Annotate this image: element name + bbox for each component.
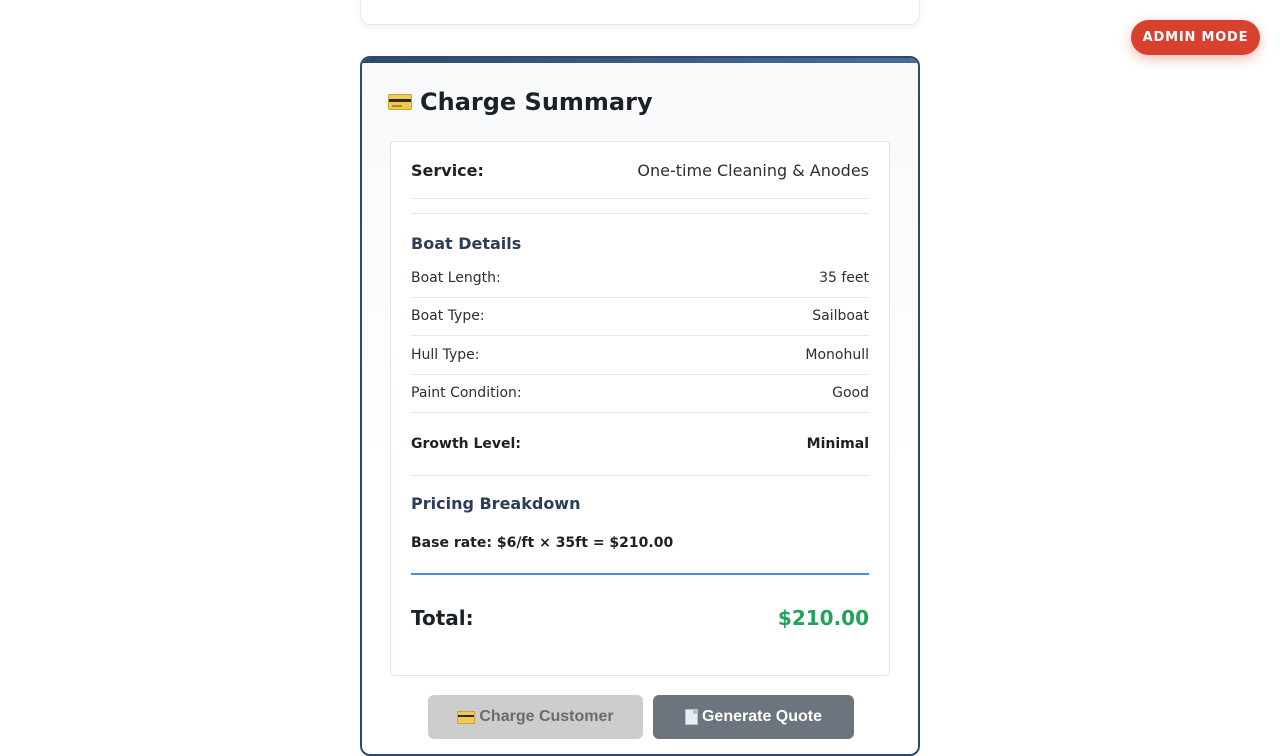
boat-type-value: Sailboat [812,308,869,325]
base-rate-line: Base rate: $6/ft × 35ft = $210.00 [411,535,869,575]
pricing-breakdown-heading: Pricing Breakdown [411,494,581,513]
generate-quote-button[interactable]: Generate Quote [653,695,854,739]
hull-type-label: Hull Type: [411,346,480,363]
paint-condition-row: Paint Condition: Good [411,375,869,413]
total-row: Total: $210.00 [411,575,869,661]
service-row: Service: One-time Cleaning & Anodes [411,142,869,199]
hull-type-row: Hull Type: Monohull [411,336,869,375]
credit-card-icon [457,710,476,724]
total-value: $210.00 [777,606,869,630]
card-title: Charge Summary [388,88,653,116]
hull-type-value: Monohull [805,346,869,363]
growth-level-label: Growth Level: [411,436,521,452]
charge-customer-button[interactable]: Charge Customer [428,695,643,739]
credit-card-icon [388,94,412,110]
paint-condition-value: Good [832,385,869,402]
total-label: Total: [411,606,474,630]
boat-type-row: Boat Type: Sailboat [411,298,869,336]
paint-condition-label: Paint Condition: [411,385,522,402]
boat-details-heading: Boat Details [411,234,522,253]
summary-details: Service: One-time Cleaning & Anodes Boat… [390,141,890,676]
service-label: Service: [411,160,484,180]
boat-length-value: 35 feet [819,269,869,286]
growth-level-row: Growth Level: Minimal [411,413,869,476]
charge-summary-card: Charge Summary Service: One-time Cleanin… [360,56,920,756]
admin-mode-button[interactable]: ADMIN MODE [1131,20,1260,55]
boat-length-row: Boat Length: 35 feet [411,259,869,298]
growth-level-value: Minimal [806,436,869,452]
charge-summary-title: Charge Summary [420,88,653,116]
boat-length-label: Boat Length: [411,269,501,286]
divider [411,199,869,214]
boat-type-label: Boat Type: [411,308,485,325]
service-value: One-time Cleaning & Anodes [637,160,869,180]
charge-customer-label: Charge Customer [479,708,614,725]
action-buttons: Charge Customer Generate Quote [428,695,854,739]
generate-quote-label: Generate Quote [701,708,823,725]
document-icon [684,709,698,725]
previous-card [360,0,920,25]
